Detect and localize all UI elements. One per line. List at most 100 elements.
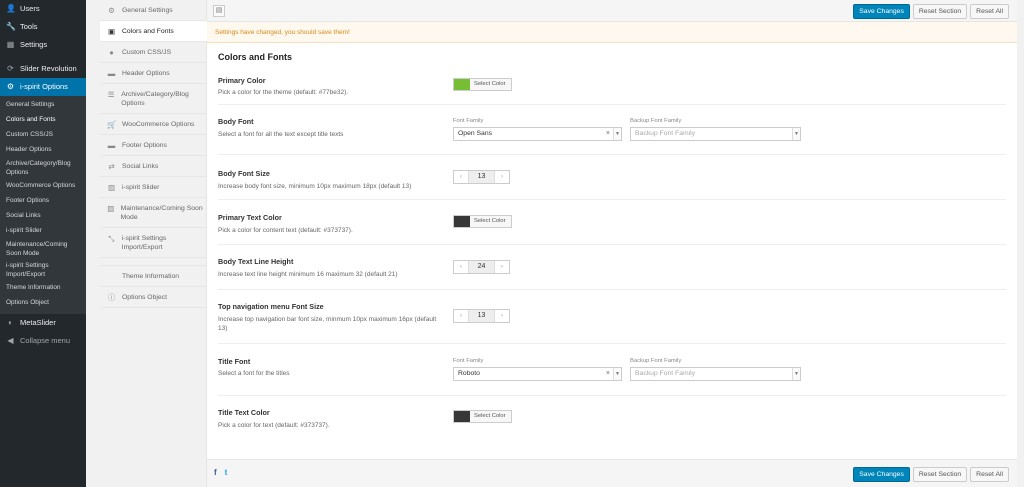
- facebook-icon[interactable]: f: [214, 468, 217, 477]
- submenu-ispirit-slider[interactable]: i-spirit Slider: [0, 224, 86, 239]
- decrement-icon[interactable]: ‹: [454, 261, 468, 273]
- menu-label: Slider Revolution: [20, 64, 77, 73]
- primary-text-color-picker[interactable]: Select Color: [453, 215, 512, 228]
- field-label: Body Text Line Height: [218, 257, 294, 266]
- nav-label: Colors and Fonts: [122, 28, 174, 35]
- gear-icon: ⚙: [6, 82, 15, 91]
- nav-footer-options[interactable]: ▬ Footer Options: [100, 135, 206, 156]
- submenu-archive-options[interactable]: Archive/Category/Blog Options: [0, 158, 86, 179]
- stepper-value[interactable]: 13: [468, 171, 495, 183]
- field-topnav-font-size: Top navigation menu Font Size Increase t…: [218, 290, 1006, 344]
- menu-label: i-spirit Options: [20, 82, 68, 91]
- collapse-icon: ◀: [7, 336, 14, 345]
- decrement-icon[interactable]: ‹: [454, 171, 468, 183]
- submenu-woocommerce-options[interactable]: WooCommerce Options: [0, 179, 86, 194]
- increment-icon[interactable]: ›: [495, 261, 509, 273]
- cart-icon: 🛒: [107, 120, 117, 129]
- menu-label: Collapse menu: [20, 336, 71, 345]
- body-backup-font-select[interactable]: Backup Font Family ▼: [630, 127, 801, 141]
- reset-all-button[interactable]: Reset All: [970, 4, 1009, 19]
- field-desc: Increase text line height minimum 16 max…: [218, 271, 398, 278]
- title-backup-font-select[interactable]: Backup Font Family ▼: [630, 367, 801, 381]
- expand-options-icon[interactable]: ▤: [213, 5, 225, 17]
- nav-header-options[interactable]: ▬ Header Options: [100, 63, 206, 84]
- submenu-maintenance[interactable]: Maintenance/Coming Soon Mode: [0, 239, 86, 260]
- options-panel: ▤ Save Changes Reset Section Reset All S…: [207, 0, 1017, 487]
- chevron-down-icon[interactable]: ▼: [792, 128, 800, 140]
- twitter-icon[interactable]: t: [225, 468, 228, 477]
- clear-icon[interactable]: ×: [606, 128, 610, 140]
- topnav-font-size-stepper[interactable]: ‹ 13 ›: [453, 309, 510, 323]
- menu-ispirit-options[interactable]: ⚙ i-spirit Options: [0, 78, 86, 96]
- primary-color-picker[interactable]: Select Color: [453, 78, 512, 91]
- collapse-menu[interactable]: ◀ Collapse menu: [0, 332, 86, 350]
- nav-woocommerce-options[interactable]: 🛒 WooCommerce Options: [100, 114, 206, 135]
- nav-maintenance[interactable]: ▨ Maintenance/Coming Soon Mode: [100, 198, 206, 228]
- field-desc: Select a font for the titles: [218, 370, 290, 377]
- nav-general-settings[interactable]: ⚙ General Settings: [100, 0, 206, 21]
- field-desc: Increase top navigation bar font size, m…: [218, 316, 437, 332]
- field-label: Title Text Color: [218, 408, 270, 417]
- reset-section-button-bottom[interactable]: Reset Section: [912, 467, 968, 482]
- menu-users[interactable]: 👤 Users: [0, 0, 86, 18]
- increment-icon[interactable]: ›: [495, 310, 509, 322]
- field-primary-color: Primary Color Pick a color for the theme…: [218, 71, 1006, 105]
- nav-import-export[interactable]: ⤡ i-spirit Settings Import/Export: [100, 228, 206, 258]
- nav-archive-options[interactable]: ☰ Archive/Category/Blog Options: [100, 84, 206, 114]
- save-changes-button[interactable]: Save Changes: [853, 4, 910, 19]
- body-font-size-stepper[interactable]: ‹ 13 ›: [453, 170, 510, 184]
- select-value: Roboto: [458, 370, 480, 377]
- submenu-general-settings[interactable]: General Settings: [0, 98, 86, 113]
- increment-icon[interactable]: ›: [495, 171, 509, 183]
- chevron-down-icon[interactable]: ▼: [792, 368, 800, 380]
- clear-icon[interactable]: ×: [606, 368, 610, 380]
- menu-metaslider[interactable]: ◐ MetaSlider: [0, 314, 86, 332]
- line-height-stepper[interactable]: ‹ 24 ›: [453, 260, 510, 274]
- title-text-color-picker[interactable]: Select Color: [453, 410, 512, 423]
- submenu-colors-fonts[interactable]: Colors and Fonts: [0, 113, 86, 128]
- save-changes-button-bottom[interactable]: Save Changes: [853, 467, 910, 482]
- field-line-height: Body Text Line Height Increase text line…: [218, 245, 1006, 290]
- nav-custom-css[interactable]: ● Custom CSS/JS: [100, 42, 206, 63]
- right-gutter: [1017, 0, 1024, 487]
- field-label: Primary Color: [218, 76, 266, 85]
- chevron-down-icon[interactable]: ▼: [613, 128, 621, 140]
- reset-section-button[interactable]: Reset Section: [912, 4, 968, 19]
- unsaved-notice: Settings have changed, you should save t…: [207, 22, 1017, 43]
- metaslider-icon: ◐: [8, 318, 13, 327]
- select-value: Open Sans: [458, 130, 493, 137]
- submenu-import-export[interactable]: i-spirit Settings Import/Export: [0, 260, 86, 281]
- color-swatch: [454, 411, 470, 422]
- menu-settings[interactable]: ▦ Settings: [0, 36, 86, 54]
- submenu-social-links[interactable]: Social Links: [0, 209, 86, 224]
- stepper-value[interactable]: 24: [468, 261, 495, 273]
- backup-font-label: Backup Font Family: [630, 358, 682, 364]
- nav-label: General Settings: [122, 7, 173, 14]
- nav-options-object[interactable]: ⓘ Options Object: [100, 287, 206, 308]
- users-icon: 👤: [6, 4, 16, 13]
- section-title: Colors and Fonts: [218, 52, 292, 62]
- field-primary-text-color: Primary Text Color Pick a color for cont…: [218, 200, 1006, 245]
- nav-label: Header Options: [122, 70, 170, 77]
- menu-tools[interactable]: 🔧 Tools: [0, 18, 86, 36]
- submenu-options-object[interactable]: Options Object: [0, 296, 86, 311]
- reset-all-button-bottom[interactable]: Reset All: [970, 467, 1009, 482]
- body-font-select[interactable]: Open Sans × ▼: [453, 127, 622, 141]
- footer-icon: ▬: [107, 141, 116, 150]
- settings-icon: ▦: [6, 40, 15, 49]
- submenu-theme-information[interactable]: Theme Information: [0, 281, 86, 296]
- stepper-value[interactable]: 13: [468, 310, 495, 322]
- submenu-footer-options[interactable]: Footer Options: [0, 194, 86, 209]
- chevron-down-icon[interactable]: ▼: [613, 368, 621, 380]
- nav-ispirit-slider[interactable]: ▨ i-spirit Slider: [100, 177, 206, 198]
- submenu-header-options[interactable]: Header Options: [0, 143, 86, 158]
- submenu-custom-css[interactable]: Custom CSS/JS: [0, 128, 86, 143]
- nav-colors-fonts[interactable]: ▣ Colors and Fonts: [100, 21, 207, 42]
- title-font-select[interactable]: Roboto × ▼: [453, 367, 622, 381]
- nav-theme-information[interactable]: Theme Information: [100, 266, 206, 287]
- menu-slider-revolution[interactable]: ⟳ Slider Revolution: [0, 60, 86, 78]
- nav-social-links[interactable]: ⇄ Social Links: [100, 156, 206, 177]
- select-color-label: Select Color: [474, 81, 506, 87]
- nav-label: Footer Options: [122, 142, 167, 149]
- decrement-icon[interactable]: ‹: [454, 310, 468, 322]
